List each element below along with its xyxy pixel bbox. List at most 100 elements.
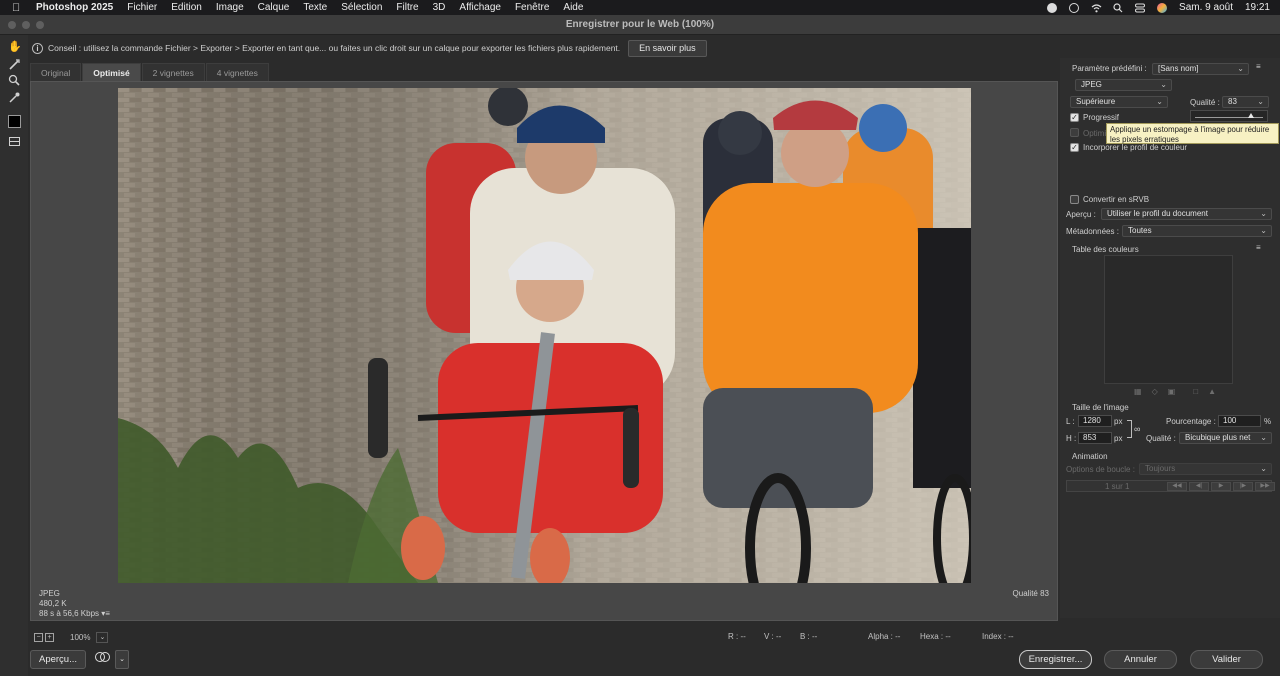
readout-b: B : -- bbox=[800, 632, 818, 641]
hand-tool-icon[interactable]: ✋ bbox=[8, 41, 22, 54]
download-rate-menu-icon[interactable]: ▾≡ bbox=[101, 609, 110, 618]
percent-label: Pourcentage : bbox=[1166, 417, 1216, 426]
profil-label: Incorporer le profil de couleur bbox=[1083, 143, 1188, 152]
browser-dropdown-icon[interactable]: ⌄ bbox=[115, 650, 129, 669]
zoom-tool-icon[interactable] bbox=[8, 74, 21, 87]
percent-field[interactable]: 100 bbox=[1218, 415, 1261, 427]
loop-options-label: Options de boucle : bbox=[1066, 465, 1135, 474]
creative-cloud-icon[interactable] bbox=[1069, 2, 1080, 13]
chevron-down-icon: ⌄ bbox=[1260, 226, 1267, 235]
tab-2-vignettes[interactable]: 2 vignettes bbox=[141, 63, 205, 81]
annuler-button[interactable]: Annuler bbox=[1104, 650, 1177, 669]
apercu-label: Aperçu : bbox=[1066, 210, 1096, 219]
menubar-time[interactable]: 19:21 bbox=[1245, 2, 1270, 13]
preset-value: [Sans nom] bbox=[1158, 64, 1199, 73]
zoom-out-button[interactable]: − bbox=[34, 632, 43, 642]
preset-select[interactable]: [Sans nom] ⌄ bbox=[1152, 63, 1249, 75]
compression-value: Supérieure bbox=[1076, 97, 1116, 106]
zoom-in-button[interactable]: + bbox=[45, 632, 54, 642]
eyedropper-color-swatch[interactable] bbox=[8, 115, 21, 128]
compression-select[interactable]: Supérieure ⌄ bbox=[1070, 96, 1168, 108]
optimized-image-preview[interactable] bbox=[118, 88, 971, 583]
color-table-menu-icon[interactable]: ≡ bbox=[1256, 243, 1261, 252]
wifi-icon[interactable] bbox=[1091, 3, 1102, 13]
color-table-tools: ▦ ◇ ▣ □ ▲ bbox=[1134, 387, 1216, 396]
first-frame-icon[interactable]: ◀◀ bbox=[1167, 482, 1187, 491]
search-icon[interactable] bbox=[1113, 2, 1123, 13]
menu-edition[interactable]: Edition bbox=[171, 2, 202, 13]
toggle-slices-icon[interactable] bbox=[8, 135, 21, 148]
siri-icon[interactable] bbox=[1157, 2, 1168, 13]
height-field[interactable]: 853 bbox=[1078, 432, 1112, 444]
apercu-select[interactable]: Utiliser le profil du document ⌄ bbox=[1101, 208, 1272, 220]
next-frame-icon[interactable]: |▶ bbox=[1233, 482, 1253, 491]
control-center-icon[interactable] bbox=[1135, 3, 1146, 13]
link-icon[interactable]: ∞ bbox=[1134, 424, 1140, 434]
optimize-menu-icon[interactable]: ≡ bbox=[1256, 62, 1261, 71]
format-select[interactable]: JPEG ⌄ bbox=[1075, 79, 1172, 91]
quality-field[interactable]: 83 ⌄ bbox=[1222, 96, 1269, 108]
cube-icon[interactable]: ◇ bbox=[1152, 387, 1158, 396]
animation-label: Animation bbox=[1072, 452, 1108, 461]
learn-more-button[interactable]: En savoir plus bbox=[628, 39, 707, 57]
lock-icon[interactable]: ▣ bbox=[1168, 387, 1176, 396]
loop-select[interactable]: Toujours ⌄ bbox=[1139, 463, 1272, 475]
menubar-date[interactable]: Sam. 9 août bbox=[1179, 2, 1233, 13]
slice-select-tool-icon[interactable] bbox=[8, 58, 21, 71]
preview-browser-icon[interactable] bbox=[92, 650, 114, 669]
resample-label: Qualité : bbox=[1146, 434, 1176, 443]
profil-checkbox[interactable]: ✓ bbox=[1070, 143, 1079, 152]
resample-value: Bicubique plus net bbox=[1185, 433, 1251, 442]
trash-icon[interactable]: ▲ bbox=[1208, 387, 1216, 396]
previous-frame-icon[interactable]: ◀| bbox=[1189, 482, 1209, 491]
last-frame-icon[interactable]: ▶▶ bbox=[1255, 482, 1275, 491]
width-unit: px bbox=[1114, 417, 1123, 426]
tab-original[interactable]: Original bbox=[30, 63, 82, 81]
metadata-value: Toutes bbox=[1128, 226, 1152, 235]
map-color-icon[interactable]: ▦ bbox=[1134, 387, 1142, 396]
menu-calque[interactable]: Calque bbox=[258, 2, 290, 13]
width-field[interactable]: 1280 bbox=[1078, 415, 1112, 427]
new-color-icon[interactable]: □ bbox=[1193, 387, 1198, 396]
play-icon[interactable]: ▶ bbox=[1211, 482, 1231, 491]
menu-fichier[interactable]: Fichier bbox=[127, 2, 157, 13]
frame-controls: 1 sur 1 ◀◀ ◀| ▶ |▶ ▶▶ bbox=[1066, 480, 1275, 492]
eyedropper-tool-icon[interactable] bbox=[8, 91, 21, 104]
height-label: H : bbox=[1066, 434, 1077, 443]
srvb-checkbox[interactable] bbox=[1070, 195, 1079, 204]
download-time-info: 88 s à 56,6 Kbps bbox=[39, 609, 100, 618]
quality-slider[interactable] bbox=[1190, 110, 1268, 122]
enregistrer-button[interactable]: Enregistrer... bbox=[1019, 650, 1092, 669]
apercu-value: Utiliser le profil du document bbox=[1107, 209, 1208, 218]
menu-texte[interactable]: Texte bbox=[303, 2, 327, 13]
menu-aide[interactable]: Aide bbox=[563, 2, 583, 13]
menu-affichage[interactable]: Affichage bbox=[459, 2, 501, 13]
readout-hexa: Hexa : -- bbox=[920, 632, 951, 641]
quality-slider-thumb[interactable] bbox=[1248, 113, 1255, 118]
menu-selection[interactable]: Sélection bbox=[341, 2, 382, 13]
zoom-dropdown-icon[interactable]: ⌄ bbox=[96, 631, 109, 643]
apple-menu-icon[interactable]:  bbox=[12, 2, 26, 14]
view-tabs: Original Optimisé 2 vignettes 4 vignette… bbox=[30, 63, 270, 81]
width-label: L : bbox=[1066, 417, 1075, 426]
menu-3d[interactable]: 3D bbox=[433, 2, 446, 13]
srvb-label: Convertir en sRVB bbox=[1083, 195, 1150, 204]
tab-optimise[interactable]: Optimisé bbox=[82, 63, 141, 81]
chevron-down-icon: ⌄ bbox=[1237, 64, 1244, 73]
menu-fenetre[interactable]: Fenêtre bbox=[515, 2, 549, 13]
menu-image[interactable]: Image bbox=[216, 2, 244, 13]
apercu-button[interactable]: Aperçu... bbox=[30, 650, 86, 669]
percent-unit: % bbox=[1264, 417, 1272, 426]
resample-select[interactable]: Bicubique plus net ⌄ bbox=[1179, 432, 1272, 444]
valider-button[interactable]: Valider bbox=[1190, 650, 1263, 669]
location-icon[interactable] bbox=[1047, 2, 1058, 13]
menu-filtre[interactable]: Filtre bbox=[396, 2, 418, 13]
metadata-select[interactable]: Toutes ⌄ bbox=[1122, 225, 1272, 237]
file-size-info: 480,2 K bbox=[39, 599, 67, 608]
color-table-grid[interactable] bbox=[1104, 255, 1233, 384]
progressif-checkbox[interactable]: ✓ bbox=[1070, 113, 1079, 122]
zoom-level[interactable]: 100% bbox=[70, 633, 90, 642]
optimise-checkbox[interactable] bbox=[1070, 128, 1079, 137]
tab-4-vignettes[interactable]: 4 vignettes bbox=[205, 63, 269, 81]
app-menu[interactable]: Photoshop 2025 bbox=[36, 2, 113, 13]
